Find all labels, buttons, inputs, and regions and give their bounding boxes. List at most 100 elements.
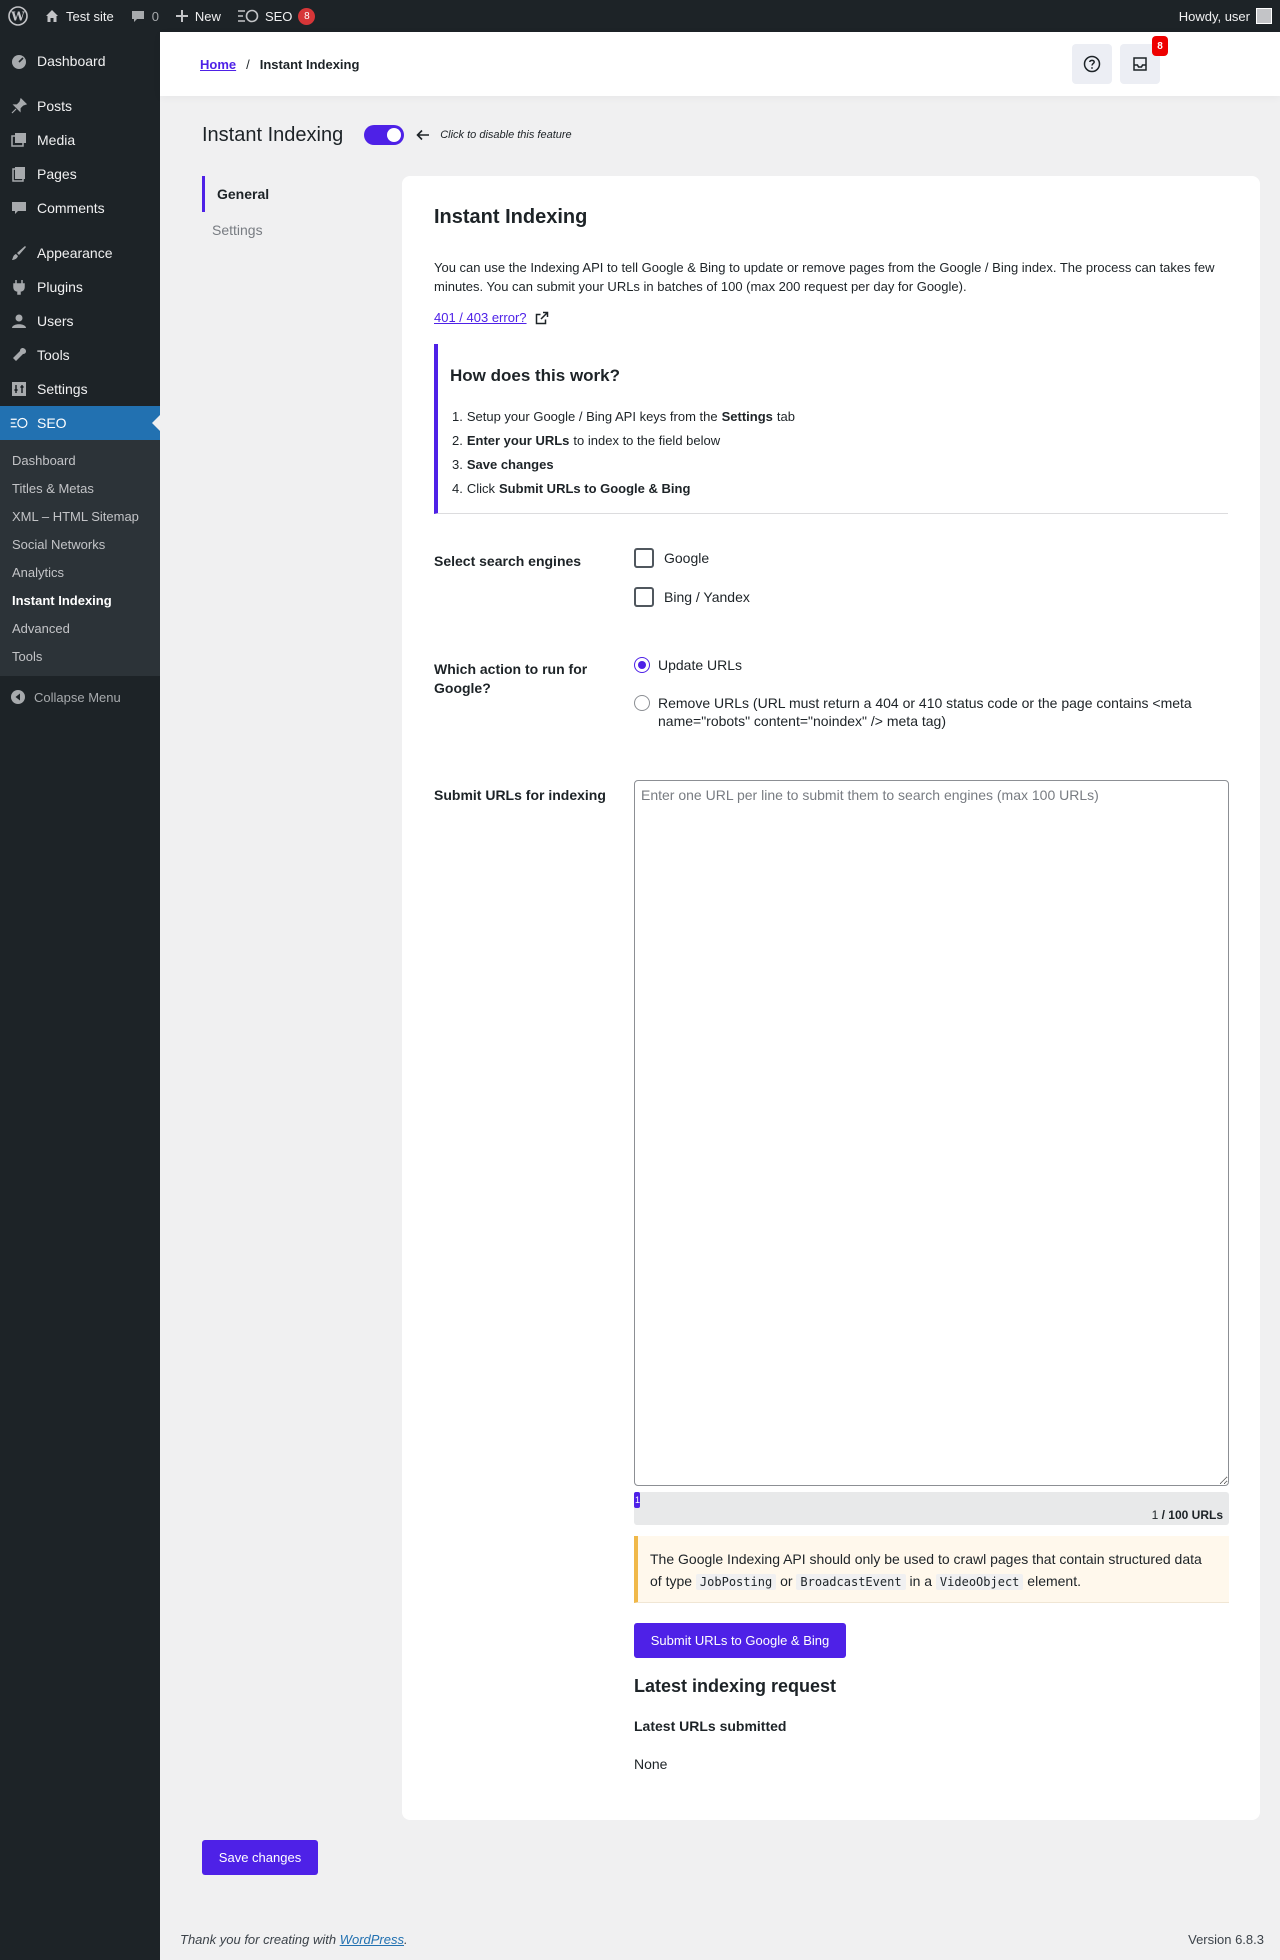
card-title: Instant Indexing: [434, 206, 588, 228]
howto-step: 3. Save changes: [452, 452, 795, 476]
menu-label: Posts: [37, 98, 73, 114]
wrench-icon: [10, 346, 28, 364]
submit-urls-button[interactable]: Submit URLs to Google & Bing: [634, 1623, 846, 1658]
comments-link[interactable]: 0: [122, 0, 167, 32]
howto-step: 4. Click Submit URLs to Google & Bing: [452, 476, 795, 500]
checkbox-box[interactable]: [634, 587, 654, 607]
breadcrumb-current: Instant Indexing: [259, 56, 360, 72]
breadcrumb-home[interactable]: Home: [200, 57, 236, 72]
submenu-advanced[interactable]: Advanced: [0, 614, 160, 642]
menu-label: SEO: [37, 415, 67, 431]
wordpress-link[interactable]: WordPress: [340, 1932, 404, 1947]
feature-title: Instant Indexing: [202, 123, 344, 146]
menu-seo[interactable]: SEO: [0, 406, 160, 440]
menu-users[interactable]: Users: [0, 304, 160, 338]
menu-dashboard[interactable]: Dashboard: [0, 44, 160, 78]
menu-settings[interactable]: Settings: [0, 372, 160, 406]
update-urls-radio[interactable]: Update URLs: [634, 656, 742, 674]
menu-label: Pages: [37, 166, 77, 182]
menu-label: Comments: [37, 200, 105, 216]
submenu-tools[interactable]: Tools: [0, 642, 160, 670]
howto-step: 2. Enter your URLs to index to the field b…: [452, 428, 795, 452]
step-number: 4.: [452, 480, 463, 496]
submenu-social-networks[interactable]: Social Networks: [0, 530, 160, 558]
notice-text: or: [780, 1573, 793, 1589]
tab-general[interactable]: General: [202, 176, 362, 212]
submenu-sitemap[interactable]: XML – HTML Sitemap: [0, 502, 160, 530]
notice-code: JobPosting: [695, 1574, 777, 1590]
submenu-analytics[interactable]: Analytics: [0, 558, 160, 586]
menu-plugins[interactable]: Plugins: [0, 270, 160, 304]
step-number: 3.: [452, 456, 463, 472]
step-bold: Save changes: [466, 456, 554, 472]
menu-comments[interactable]: Comments: [0, 191, 160, 225]
submit-urls-label: Submit URLs for indexing: [434, 787, 606, 803]
menu-pages[interactable]: Pages: [0, 157, 160, 191]
plugin-icon: [10, 278, 28, 296]
seo-label: SEO: [264, 8, 293, 24]
step-bold: Enter your URLs: [466, 432, 570, 448]
menu-posts[interactable]: Posts: [0, 89, 160, 123]
collapse-menu-button[interactable]: Collapse Menu: [0, 680, 160, 714]
arrow-left-icon: [416, 129, 430, 141]
user-icon: [10, 312, 28, 330]
seo-icon: [237, 9, 259, 23]
save-changes-button[interactable]: Save changes: [202, 1840, 318, 1875]
google-api-notice: The Google Indexing API should only be u…: [634, 1536, 1229, 1603]
error-help-link[interactable]: 401 / 403 error?: [434, 310, 549, 325]
counter-max: / 100 URLs: [1161, 1508, 1223, 1522]
collapse-label: Collapse Menu: [34, 689, 121, 705]
footer-text: Thank you for creating with: [180, 1932, 337, 1947]
my-account[interactable]: Howdy, user: [1179, 8, 1280, 24]
menu-label: Media: [37, 132, 76, 148]
inbox-icon: [1133, 57, 1147, 71]
urls-progress: 1 1 / 100 URLs: [634, 1492, 1229, 1525]
pin-icon: [10, 97, 28, 115]
pages-icon: [10, 165, 28, 183]
checkbox-box[interactable]: [634, 548, 654, 568]
seo-adminbar-link[interactable]: SEO 8: [229, 0, 323, 32]
feature-toggle[interactable]: [364, 125, 405, 145]
submenu-instant-indexing[interactable]: Instant Indexing: [0, 586, 160, 614]
new-content-link[interactable]: New: [167, 0, 229, 32]
bing-checkbox[interactable]: Bing / Yandex: [634, 587, 750, 607]
help-button[interactable]: [1072, 44, 1112, 84]
help-icon: [1083, 55, 1101, 73]
menu-label: Settings: [37, 381, 88, 397]
feature-hint: Click to disable this feature: [440, 129, 572, 141]
menu-label: Appearance: [37, 245, 113, 261]
submenu-titles-metas[interactable]: Titles & Metas: [0, 474, 160, 502]
step-text: to index to the field below: [573, 432, 721, 448]
notice-code: VideoObject: [935, 1574, 1024, 1590]
breadcrumb-separator: /: [246, 56, 250, 72]
seo-submenu: Dashboard Titles & Metas XML – HTML Site…: [0, 440, 160, 676]
urls-textarea[interactable]: [634, 780, 1229, 1486]
wordpress-logo-icon[interactable]: W: [0, 0, 36, 32]
step-bold: Submit URLs to Google & Bing: [499, 480, 691, 496]
site-name: Test site: [66, 8, 114, 24]
site-name-link[interactable]: Test site: [36, 0, 122, 32]
brush-icon: [10, 244, 28, 262]
tab-settings[interactable]: Settings: [202, 212, 362, 248]
google-checkbox[interactable]: Google: [634, 548, 709, 568]
update-urls-label: Update URLs: [658, 657, 743, 673]
avatar: [1256, 8, 1272, 24]
footer-version: Version 6.8.3: [1188, 1932, 1264, 1947]
collapse-icon: [11, 690, 25, 704]
counter-current: 1: [1151, 1508, 1159, 1522]
howto-step: 1. Setup your Google / Bing API keys from…: [452, 404, 795, 428]
notifications-button[interactable]: 8: [1120, 36, 1168, 84]
menu-label: Tools: [37, 347, 70, 363]
step-number: 1.: [452, 408, 463, 424]
menu-tools[interactable]: Tools: [0, 338, 160, 372]
google-label: Google: [664, 550, 710, 566]
radio-selected[interactable]: [634, 657, 650, 673]
submenu-dashboard[interactable]: Dashboard: [0, 446, 160, 474]
footer-text: .: [404, 1932, 408, 1947]
menu-appearance[interactable]: Appearance: [0, 236, 160, 270]
menu-label: Dashboard: [37, 53, 106, 69]
menu-media[interactable]: Media: [0, 123, 160, 157]
remove-urls-radio[interactable]: Remove URLs (URL must return a 404 or 41…: [634, 694, 1224, 730]
latest-urls-label: Latest URLs submitted: [634, 1718, 787, 1734]
howto-title: How does this work?: [450, 366, 621, 385]
